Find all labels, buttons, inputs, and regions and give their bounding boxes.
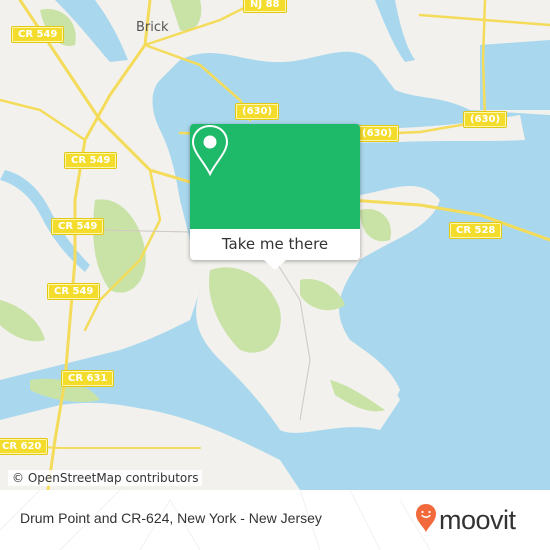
place-label-brick: Brick (136, 20, 169, 35)
road-shield-cr549: CR 549 (12, 27, 64, 42)
water-channel-ne (375, 0, 415, 62)
popup-header (190, 124, 360, 229)
moovit-pin-icon (415, 503, 437, 537)
location-popup: Take me there (190, 124, 360, 270)
road-shield-cr549: CR 549 (52, 219, 104, 234)
road-shield-cr549: CR 549 (48, 284, 100, 299)
road-shield-cr528: CR 528 (450, 223, 502, 238)
road-shield-cr631: CR 631 (62, 371, 114, 386)
road-shield-cr620: CR 620 (0, 439, 48, 454)
popup-pointer (264, 260, 286, 270)
take-me-there-button[interactable]: Take me there (190, 229, 360, 260)
road-shield-cr549: CR 549 (65, 153, 117, 168)
road-shield-630: (630) (464, 112, 507, 127)
water-marina-ne (480, 40, 550, 110)
road-shield-630: (630) (236, 104, 279, 119)
map[interactable]: Brick CR 549 NJ 88 (630) (630) (630) CR … (0, 0, 550, 490)
road (0, 98, 87, 142)
road-shield-630: (630) (356, 126, 399, 141)
map-attribution[interactable]: © OpenStreetMap contributors (8, 470, 203, 486)
moovit-wordmark: moovit (439, 504, 516, 535)
park (93, 199, 146, 293)
location-title: Drum Point and CR-624, New York - New Je… (20, 510, 322, 526)
park (0, 300, 45, 342)
road-shield-nj88: NJ 88 (244, 0, 286, 12)
park (170, 0, 202, 31)
footer: Drum Point and CR-624, New York - New Je… (0, 490, 550, 550)
moovit-logo[interactable]: moovit (415, 503, 516, 537)
